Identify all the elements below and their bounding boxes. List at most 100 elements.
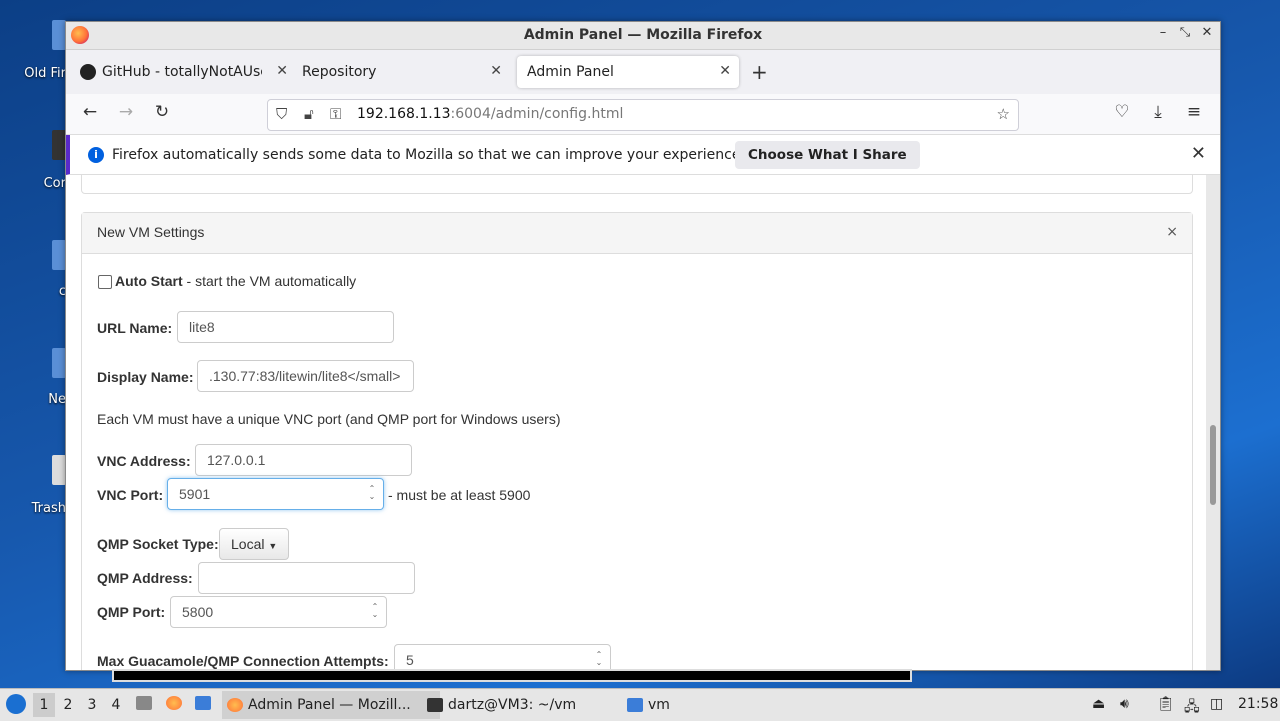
qmp-socket-type-value: Local [231, 536, 265, 552]
vnc-address-input[interactable]: 127.0.0.1 [195, 444, 412, 476]
task-admin-panel[interactable]: Admin Panel — Mozill... [222, 691, 440, 719]
display-name-input[interactable]: .130.77:83/litewin/lite8</small> [197, 360, 414, 392]
network-icon[interactable]: 🖧 [1184, 696, 1200, 720]
data-collection-notification: i Firefox automatically sends some data … [66, 135, 1220, 175]
workspace-4[interactable]: 4 [105, 693, 127, 717]
max-attempts-input[interactable]: 5 ⌃ ⌄ [394, 644, 611, 670]
tab-label: Admin Panel [527, 64, 614, 80]
tab-repository[interactable]: Repository ✕ [292, 56, 510, 88]
workspace-1[interactable]: 1 [33, 693, 55, 717]
max-attempts-value: 5 [406, 652, 414, 668]
vnc-port-label: VNC Port: [97, 487, 164, 503]
qmp-socket-type-dropdown[interactable]: Local ▼ [219, 528, 290, 560]
tab-label: GitHub - totallyNotAUser/ [102, 64, 262, 80]
volume-icon[interactable]: 🔊︎ [1120, 696, 1129, 712]
minimize-button[interactable]: – [1154, 25, 1172, 40]
page-scrollbar[interactable] [1206, 175, 1220, 670]
info-icon: i [88, 147, 104, 163]
display-name-label: Display Name: [97, 369, 194, 385]
pocket-icon[interactable]: ♡ [1110, 102, 1134, 122]
url-name-label: URL Name: [97, 320, 173, 336]
background-terminal-window[interactable] [112, 669, 912, 682]
auto-start-label: Auto Start - start the VM automatically [115, 273, 357, 289]
firefox-launcher-icon[interactable] [166, 696, 182, 710]
previous-panel [81, 175, 1193, 194]
spinner-arrows-icon[interactable]: ⌃ ⌄ [370, 603, 380, 621]
file-manager-launcher-icon[interactable] [195, 696, 211, 710]
page-content: New VM Settings × Auto Start - start the… [66, 175, 1206, 670]
close-icon[interactable]: ✕ [1191, 143, 1206, 164]
github-icon [80, 64, 96, 80]
notification-message: Firefox automatically sends some data to… [112, 147, 745, 163]
terminal-icon [427, 698, 443, 712]
window-titlebar[interactable]: Admin Panel — Mozilla Firefox – ⤡ ✕ [66, 22, 1220, 50]
spinner-arrows-icon[interactable]: ⌃ ⌄ [594, 651, 604, 669]
close-icon[interactable]: ✕ [276, 63, 288, 79]
bookmark-star-icon[interactable]: ☆ [997, 105, 1010, 123]
clock[interactable]: 21:58 [1238, 696, 1278, 712]
restore-button[interactable]: ⤡ [1176, 25, 1194, 40]
task-label: Admin Panel — Mozill... [248, 697, 411, 713]
close-icon[interactable]: ✕ [490, 63, 502, 79]
panel-title: New VM Settings [97, 224, 205, 240]
file-icon [52, 130, 66, 160]
navigation-bar: ← → ↻ ⛉ 🔓︎ ⚿ 192.168.1.13:6004/admin/con… [66, 94, 1220, 135]
file-icon [52, 20, 66, 50]
scrollbar-thumb[interactable] [1210, 425, 1216, 505]
downloads-icon[interactable]: ⤓ [1146, 102, 1170, 122]
qmp-socket-type-label: QMP Socket Type: [97, 536, 219, 552]
task-terminal[interactable]: dartz@VM3: ~/vm [422, 691, 638, 719]
file-icon [52, 348, 66, 378]
desktop-icon-label: Cor [43, 176, 66, 191]
file-icon [52, 240, 66, 270]
qmp-port-label: QMP Port: [97, 604, 166, 620]
close-window-button[interactable]: ✕ [1198, 25, 1216, 40]
tab-label: Repository [302, 64, 377, 80]
vnc-port-value: 5901 [179, 486, 211, 502]
caret-down-icon: ▼ [268, 541, 278, 551]
workspace-3[interactable]: 3 [81, 693, 103, 717]
new-tab-button[interactable]: + [751, 60, 768, 84]
forward-icon[interactable]: → [114, 102, 138, 122]
spinner-arrows-icon[interactable]: ⌃ ⌄ [367, 485, 377, 503]
menu-icon[interactable]: ≡ [1182, 102, 1206, 122]
key-icon[interactable]: ⚿ [330, 105, 341, 123]
vnc-port-note: Each VM must have a unique VNC port (and… [97, 411, 561, 427]
tab-admin-panel[interactable]: Admin Panel ✕ [517, 56, 739, 88]
trash-icon [52, 455, 66, 485]
url-text[interactable]: 192.168.1.13:6004/admin/config.html [357, 106, 623, 122]
tab-github[interactable]: GitHub - totallyNotAUser/ ✕ [70, 56, 288, 88]
auto-start-checkbox[interactable] [98, 275, 112, 289]
folder-icon [627, 698, 643, 712]
back-icon[interactable]: ← [78, 102, 102, 122]
task-label: vm [648, 697, 670, 713]
tray-eject-icon[interactable]: ⏏ [1092, 696, 1105, 712]
vnc-port-input[interactable]: 5901 ⌃ ⌄ [167, 478, 384, 510]
tab-bar: GitHub - totallyNotAUser/ ✕ Repository ✕… [66, 50, 1220, 94]
qmp-address-label: QMP Address: [97, 570, 193, 586]
url-name-input[interactable]: lite8 [177, 311, 394, 343]
show-desktop-icon[interactable] [136, 696, 152, 710]
firefox-window: Admin Panel — Mozilla Firefox – ⤡ ✕ GitH… [65, 21, 1221, 671]
max-attempts-label: Max Guacamole/QMP Connection Attempts: [97, 653, 389, 669]
desktop-icon-label: Old Fir [24, 66, 66, 81]
clipboard-icon[interactable]: 📋︎ [1157, 696, 1175, 712]
qmp-port-input[interactable]: 5800 ⌃ ⌄ [170, 596, 387, 628]
workspace-2[interactable]: 2 [57, 693, 79, 717]
shield-icon[interactable]: ⛉ [276, 105, 287, 123]
desktop-icon-label: Ne [48, 392, 66, 407]
start-menu-icon[interactable] [6, 694, 26, 714]
window-title: Admin Panel — Mozilla Firefox [523, 27, 763, 43]
task-vm-folder[interactable]: vm [622, 691, 748, 719]
choose-what-i-share-button[interactable]: Choose What I Share [735, 141, 920, 169]
insecure-lock-icon[interactable]: 🔓︎ [304, 105, 314, 123]
close-icon[interactable]: ✕ [719, 63, 731, 79]
qmp-address-input[interactable] [198, 562, 415, 594]
panel-header: New VM Settings × [82, 213, 1192, 254]
panel-close-button[interactable]: × [1166, 224, 1178, 240]
notification-icon[interactable]: ◫ [1210, 696, 1223, 712]
qmp-port-value: 5800 [182, 604, 214, 620]
reload-icon[interactable]: ↻ [150, 102, 174, 122]
url-bar[interactable]: ⛉ 🔓︎ ⚿ 192.168.1.13:6004/admin/config.ht… [267, 99, 1019, 131]
vnc-address-label: VNC Address: [97, 453, 191, 469]
